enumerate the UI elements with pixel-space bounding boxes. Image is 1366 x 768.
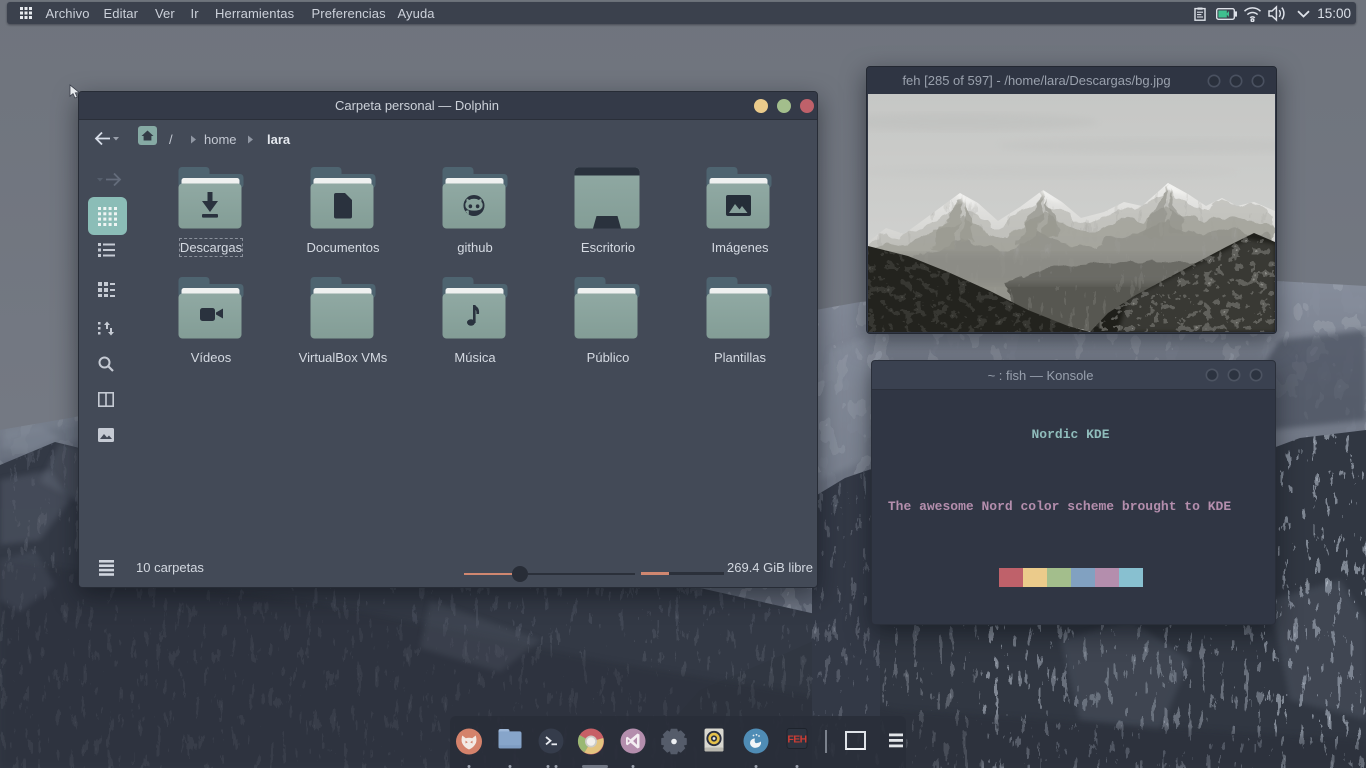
svg-text:FEH: FEH xyxy=(787,734,806,746)
